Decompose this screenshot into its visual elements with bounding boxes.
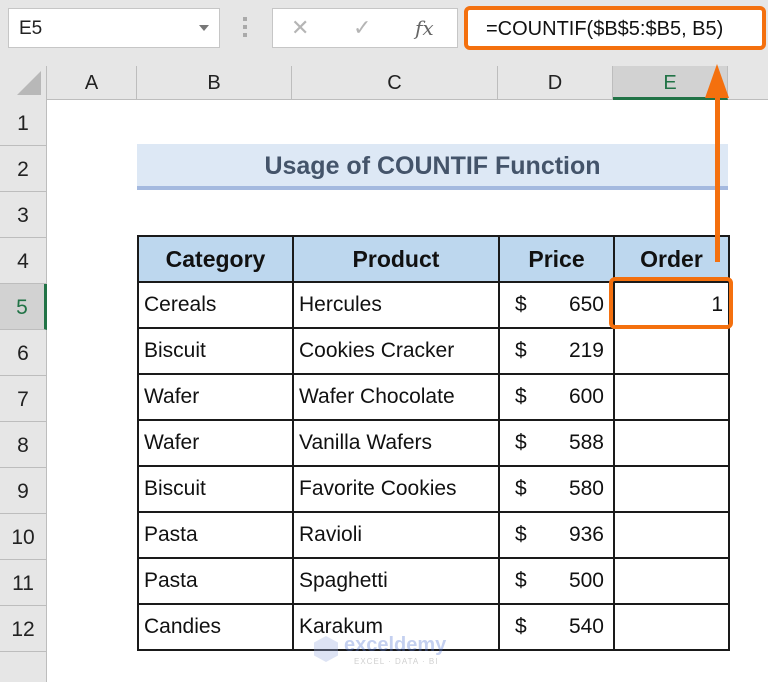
cell-order[interactable] [613, 419, 730, 467]
watermark-tagline: EXCEL · DATA · BI [354, 657, 439, 666]
currency-symbol: $ [515, 523, 527, 546]
cell-category[interactable]: Wafer [137, 373, 294, 421]
name-box[interactable]: E5 [8, 8, 220, 48]
cell-order[interactable] [613, 511, 730, 559]
cell-category[interactable]: Pasta [137, 557, 294, 605]
price-value: 650 [568, 293, 604, 316]
row-header-8[interactable]: 8 [0, 422, 47, 468]
cell-price[interactable]: $936 [498, 511, 615, 559]
row-header-12[interactable]: 12 [0, 606, 47, 652]
row-header-7[interactable]: 7 [0, 376, 47, 422]
price-value: 600 [568, 385, 604, 408]
currency-symbol: $ [515, 385, 527, 408]
table-header-row: Category Product Price Order [137, 235, 730, 283]
cell-price[interactable]: $500 [498, 557, 615, 605]
insert-function-icon[interactable]: fx [415, 16, 434, 40]
formula-text: =COUNTIF($B$5:$B5, B5) [486, 18, 724, 40]
cell-product[interactable]: Ravioli [292, 511, 500, 559]
cell-order[interactable] [613, 465, 730, 513]
cell-product[interactable]: Wafer Chocolate [292, 373, 500, 421]
cell-price[interactable]: $600 [498, 373, 615, 421]
table-row: Wafer Wafer Chocolate $600 [137, 373, 730, 421]
table-row: Wafer Vanilla Wafers $588 [137, 419, 730, 467]
cell-price[interactable]: $540 [498, 603, 615, 651]
price-value: 936 [568, 523, 604, 546]
table-row: Biscuit Favorite Cookies $580 [137, 465, 730, 513]
annotation-arrow [715, 92, 720, 262]
highlighted-cell-e5 [609, 277, 733, 329]
price-value: 588 [568, 431, 604, 454]
cell-order[interactable] [613, 557, 730, 605]
header-product[interactable]: Product [292, 235, 500, 283]
table-row: Biscuit Cookies Cracker $219 [137, 327, 730, 375]
cell-category[interactable]: Wafer [137, 419, 294, 467]
cell-product[interactable]: Hercules [292, 281, 500, 329]
row-header-11[interactable]: 11 [0, 560, 47, 606]
row-header-5[interactable]: 5 [0, 284, 47, 330]
cell-price[interactable]: $650 [498, 281, 615, 329]
row-header-10[interactable]: 10 [0, 514, 47, 560]
currency-symbol: $ [515, 431, 527, 454]
resize-grip-icon[interactable] [243, 17, 247, 39]
row-header-2[interactable]: 2 [0, 146, 47, 192]
row-header-4[interactable]: 4 [0, 238, 47, 284]
cell-category[interactable]: Pasta [137, 511, 294, 559]
row-header-1[interactable]: 1 [0, 100, 47, 146]
watermark-name: exceldemy [344, 634, 447, 656]
cell-category[interactable]: Candies [137, 603, 294, 651]
header-category[interactable]: Category [137, 235, 294, 283]
formula-input[interactable]: =COUNTIF($B$5:$B5, B5) [464, 6, 766, 50]
name-box-value: E5 [19, 18, 43, 39]
price-value: 219 [568, 339, 604, 362]
chevron-down-icon[interactable] [199, 25, 209, 31]
row-header-3[interactable]: 3 [0, 192, 47, 238]
currency-symbol: $ [515, 339, 527, 362]
price-value: 580 [568, 477, 604, 500]
column-header-c[interactable]: C [292, 66, 498, 100]
currency-symbol: $ [515, 569, 527, 592]
header-price[interactable]: Price [498, 235, 615, 283]
sheet-title: Usage of COUNTIF Function [137, 144, 728, 190]
cell-product[interactable]: Favorite Cookies [292, 465, 500, 513]
cell-price[interactable]: $580 [498, 465, 615, 513]
formula-buttons: ✕ ✓ fx [272, 8, 458, 48]
cell-order[interactable] [613, 373, 730, 421]
cell-order[interactable] [613, 603, 730, 651]
currency-symbol: $ [515, 477, 527, 500]
cell-product[interactable]: Cookies Cracker [292, 327, 500, 375]
cell-order[interactable] [613, 327, 730, 375]
column-header-a[interactable]: A [47, 66, 137, 100]
column-header-d[interactable]: D [498, 66, 613, 100]
table-row: Pasta Ravioli $936 [137, 511, 730, 559]
cell-product[interactable]: Vanilla Wafers [292, 419, 500, 467]
currency-symbol: $ [515, 615, 527, 638]
row-header-9[interactable]: 9 [0, 468, 47, 514]
header-order[interactable]: Order [613, 235, 730, 283]
arrow-up-icon [705, 64, 729, 98]
enter-icon[interactable]: ✓ [353, 15, 371, 41]
row-header-filler [0, 652, 47, 682]
column-header-b[interactable]: B [137, 66, 292, 100]
currency-symbol: $ [515, 293, 527, 316]
cell-price[interactable]: $588 [498, 419, 615, 467]
cancel-icon[interactable]: ✕ [291, 15, 309, 41]
row-header-6[interactable]: 6 [0, 330, 47, 376]
cell-category[interactable]: Biscuit [137, 327, 294, 375]
price-value: 500 [568, 569, 604, 592]
select-all-button[interactable] [0, 66, 47, 100]
cell-category[interactable]: Cereals [137, 281, 294, 329]
table-row: Pasta Spaghetti $500 [137, 557, 730, 605]
cell-product[interactable]: Spaghetti [292, 557, 500, 605]
cell-price[interactable]: $219 [498, 327, 615, 375]
select-all-icon [17, 71, 41, 95]
cell-category[interactable]: Biscuit [137, 465, 294, 513]
price-value: 540 [568, 615, 604, 638]
